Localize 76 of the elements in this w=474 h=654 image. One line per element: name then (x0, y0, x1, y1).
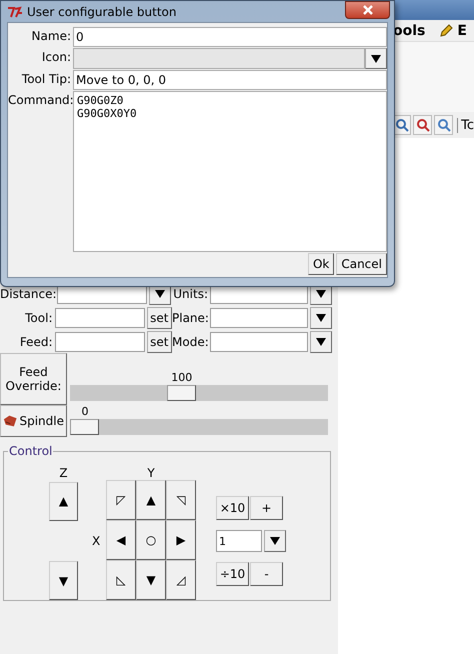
field-label: Name: (30, 28, 71, 45)
jog-button[interactable]: ◿ (166, 560, 196, 600)
menu-item[interactable]: ools (393, 22, 426, 38)
set-button[interactable]: set (146, 307, 172, 329)
close-button[interactable] (345, 1, 390, 19)
field-label: Distance: (0, 287, 55, 301)
magnifier-icon (416, 118, 430, 132)
close-icon (362, 5, 372, 15)
field-label: Tool Tip: (20, 71, 71, 88)
slider-track[interactable] (70, 385, 328, 401)
jog-button[interactable]: ▼ (49, 561, 78, 600)
command-text-area[interactable]: G90G0Z0 G90G0X0Y0 (73, 91, 387, 252)
jog-button[interactable]: ○ (136, 520, 166, 560)
dropdown-button[interactable] (365, 48, 387, 69)
pencil-icon (439, 24, 454, 38)
jog-button[interactable]: ◹ (166, 480, 196, 520)
menu-item[interactable]: E (439, 22, 467, 38)
caret-icon (316, 314, 326, 322)
code-line: G90G0X0Y0 (77, 107, 138, 120)
field-label: Units: (172, 287, 208, 301)
field-label: Mode: (172, 335, 208, 349)
step-field[interactable]: 1 (216, 530, 262, 552)
field-label: Plane: (172, 311, 208, 325)
caret-icon (371, 54, 381, 62)
spindle-button[interactable]: Spindle (0, 405, 67, 437)
zoom-button[interactable] (413, 115, 432, 135)
input-field[interactable]: 0 (73, 27, 387, 47)
axis-label: Z (59, 466, 68, 482)
jog-button[interactable]: ▼ (136, 560, 166, 600)
axis-label: Y (147, 466, 155, 480)
jog-button[interactable]: ▲ (49, 482, 78, 521)
slider-reading: 100 (170, 371, 194, 384)
input-field[interactable] (54, 308, 144, 328)
spindle-icon (3, 414, 18, 428)
field-label: Feed: (18, 335, 52, 349)
caret-icon (316, 338, 326, 346)
field-label: Tool: (24, 311, 52, 325)
dropdown-button[interactable] (310, 307, 332, 329)
magnifier-icon (436, 118, 451, 132)
caret-icon (155, 290, 165, 298)
magnifier-icon (394, 118, 409, 132)
zoom-button[interactable] (434, 115, 454, 135)
plus-button[interactable]: + (250, 496, 283, 520)
jog-button[interactable]: ◺ (106, 560, 136, 600)
slider-reading: 0 (80, 405, 90, 418)
dialog-button[interactable]: Cancel (336, 253, 387, 275)
caret-icon (270, 537, 280, 545)
minus-button[interactable]: - (250, 562, 283, 586)
dialog-button[interactable]: Ok (308, 253, 334, 275)
caret-icon (316, 290, 326, 298)
slider-thumb[interactable] (70, 419, 99, 435)
jog-button[interactable]: ▲ (136, 480, 166, 520)
slider-thumb[interactable] (166, 385, 196, 401)
feed-override-button[interactable]: Feed Override: (0, 353, 67, 405)
dropdown-button[interactable] (264, 530, 286, 552)
jog-button[interactable]: ◸ (106, 480, 136, 520)
jog-button[interactable]: ◀ (106, 520, 136, 560)
dropdown-button[interactable] (310, 331, 332, 353)
feather-icon (7, 6, 23, 18)
window-title: User configurable button (27, 4, 177, 18)
icon-combo-field[interactable] (73, 48, 365, 69)
set-button[interactable]: set (146, 331, 172, 353)
toolbar-text: Tc (457, 118, 474, 132)
code-line: G90G0Z0 (77, 94, 124, 107)
input-field[interactable] (210, 308, 308, 328)
jog-button[interactable]: ▶ (166, 520, 196, 560)
input-field[interactable] (210, 332, 308, 352)
input-field[interactable] (54, 332, 144, 352)
axis-label: X (92, 534, 102, 548)
field-label: Command: (8, 92, 71, 109)
divide-button[interactable]: ÷10 (216, 562, 249, 586)
multiply-button[interactable]: ×10 (216, 496, 249, 520)
field-label: Icon: (40, 49, 71, 66)
slider-track[interactable] (70, 419, 328, 435)
group-title: Control (8, 444, 54, 458)
input-field[interactable]: Move to 0, 0, 0 (73, 70, 387, 90)
